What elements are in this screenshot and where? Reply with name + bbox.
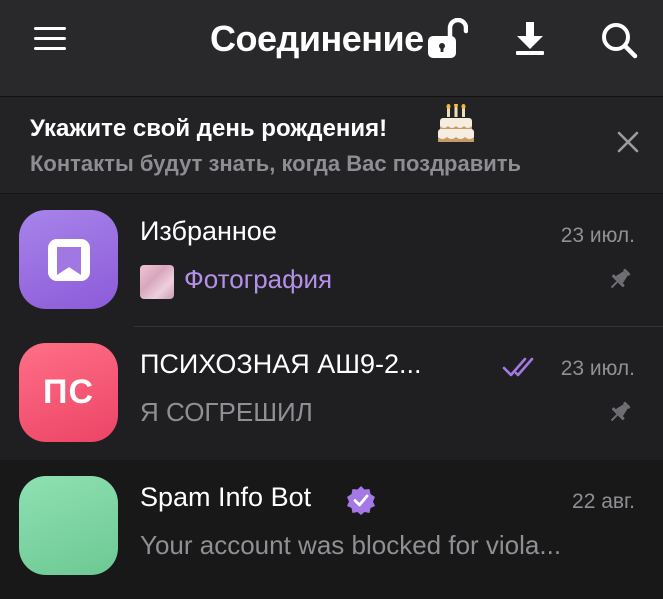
verified-icon [347,486,375,515]
avatar [19,476,118,575]
banner-subtitle: Контакты будут знать, когда Вас поздрави… [30,151,522,176]
cake-icon [438,104,474,142]
top-bar: Соединение [0,0,663,96]
close-icon[interactable] [616,130,640,154]
chat-name: Spam Info Bot [140,482,312,512]
chat-item-group[interactable]: ПС ПСИХОЗНАЯ АШ9-2... 23 июл. Я СОГРЕШИЛ [0,327,663,460]
page-title: Соединение [210,18,424,59]
chat-message: Your account was blocked for viola... [140,530,562,560]
photo-thumbnail [140,265,174,299]
double-check-icon [502,357,534,377]
avatar-initials: ПС [43,373,94,411]
unlock-icon[interactable] [426,18,468,60]
search-icon[interactable] [600,21,638,59]
chat-item-bot[interactable]: Spam Info Bot 22 авг. Your account was b… [0,460,663,599]
pin-icon [610,268,631,289]
pin-icon [610,401,631,422]
chat-date: 23 июл. [560,224,635,247]
banner-title: Укажите свой день рождения! [30,115,388,142]
bookmark-icon [48,239,90,281]
download-icon[interactable] [514,20,546,56]
menu-icon[interactable] [34,27,66,51]
chat-name: ПСИХОЗНАЯ АШ9-2... [140,349,422,379]
chat-message: Фотография [184,264,333,294]
chat-name: Избранное [140,216,277,246]
birthday-banner[interactable]: Укажите свой день рождения! Контакты буд… [0,96,663,194]
chat-date: 23 июл. [560,357,635,380]
chat-date: 22 авг. [572,490,635,513]
chat-message: Я СОГРЕШИЛ [140,397,313,427]
chat-item-favorites[interactable]: Избранное 23 июл. Фотография [0,194,663,327]
